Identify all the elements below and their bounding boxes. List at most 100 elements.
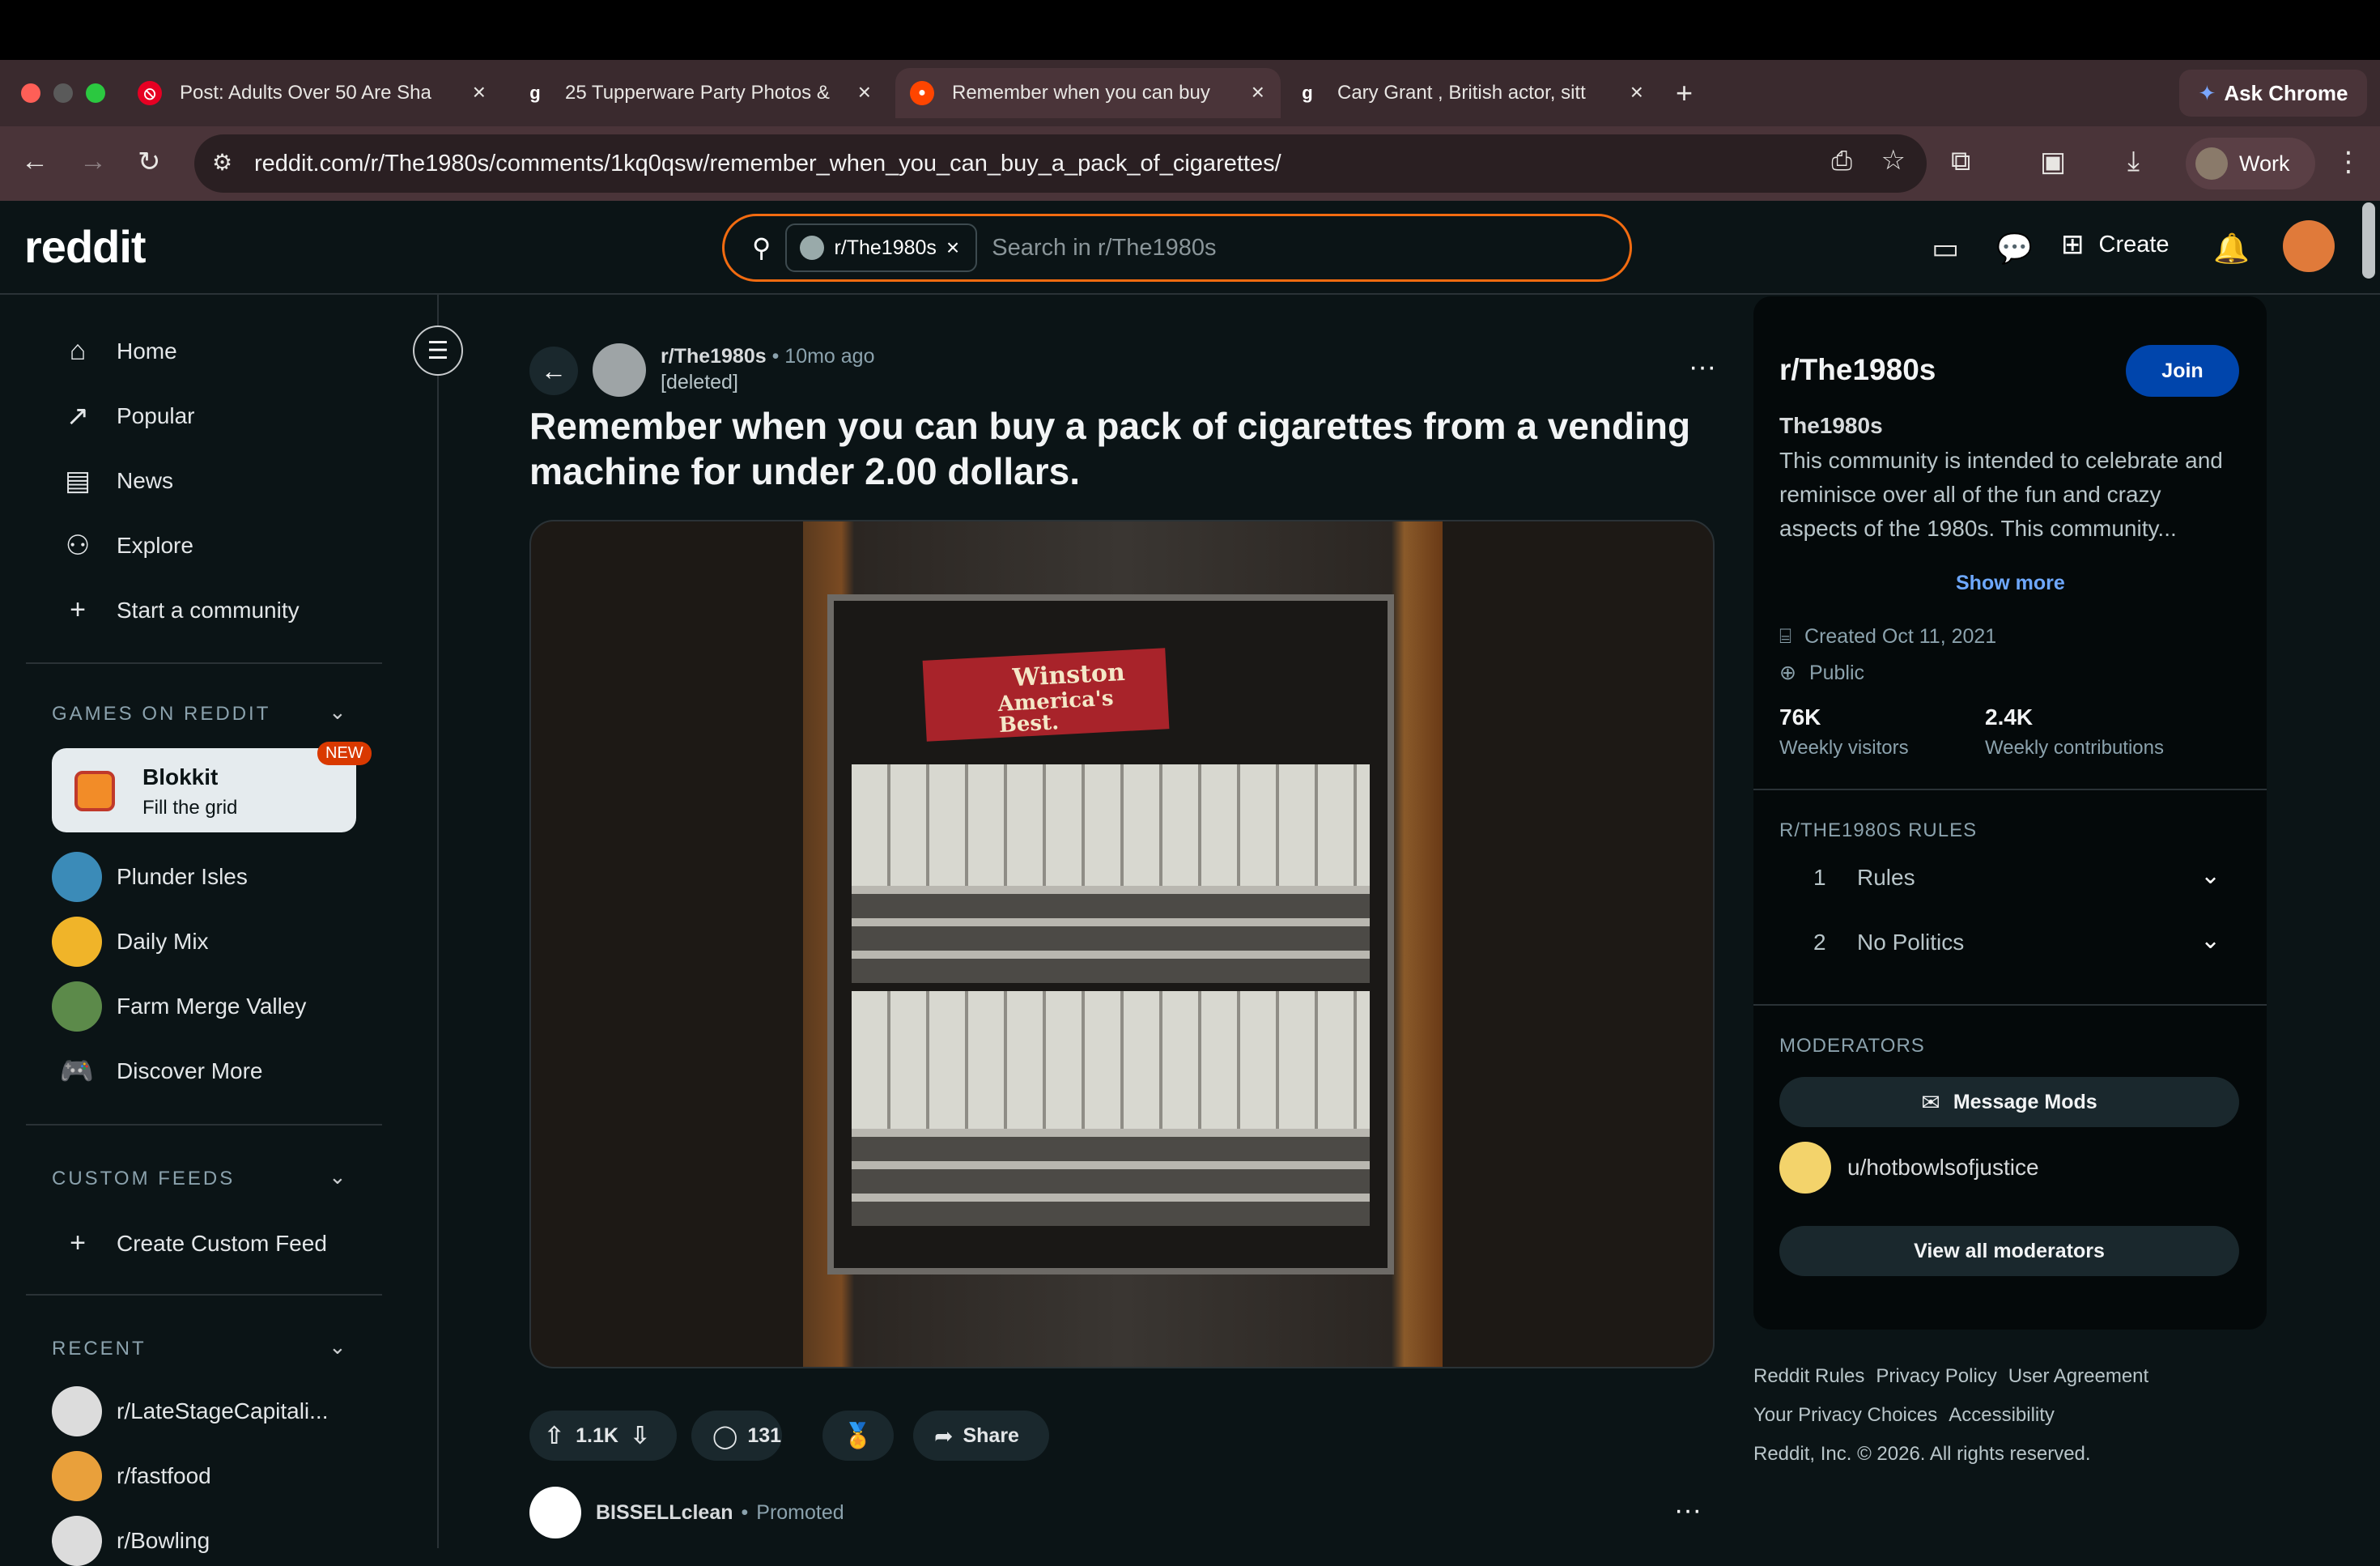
upvote-icon[interactable]: ⇧ xyxy=(544,1422,564,1450)
new-tab-button[interactable]: + xyxy=(1676,68,1693,118)
footer-link[interactable]: Reddit Rules xyxy=(1753,1365,1864,1387)
stat-label: Weekly visitors xyxy=(1779,737,1909,759)
copyright: Reddit, Inc. © 2026. All rights reserved… xyxy=(1753,1443,2091,1465)
advertiser-avatar[interactable] xyxy=(529,1487,581,1538)
ask-chrome-button[interactable]: ✦ Ask Chrome xyxy=(2179,70,2367,117)
sidebar-item-home[interactable]: ⌂ Home xyxy=(62,335,177,367)
advertiser-name[interactable]: BISSELLclean xyxy=(596,1501,733,1525)
sidebar-item-explore[interactable]: ⚇ Explore xyxy=(62,530,193,562)
award-button[interactable]: 🏅 xyxy=(822,1411,894,1461)
sidebar-item-start-community[interactable]: + Start a community xyxy=(62,594,300,626)
community-description: This community is intended to celebrate … xyxy=(1779,448,2223,541)
winston-ad: Winston America's Best. xyxy=(922,648,1170,742)
close-tab-icon[interactable]: × xyxy=(1630,79,1643,105)
minimize-window-button[interactable] xyxy=(53,83,73,103)
install-app-icon[interactable]: ⎙ xyxy=(1831,146,1852,177)
recent-item[interactable]: r/fastfood xyxy=(52,1451,211,1501)
footer-link[interactable]: Accessibility xyxy=(1949,1404,2055,1426)
moderator-item[interactable]: u/hotbowlsofjustice xyxy=(1779,1142,2039,1194)
search-scope-chip[interactable]: r/The1980s × xyxy=(785,223,978,272)
sidebar-item-news[interactable]: ▤ News xyxy=(62,465,173,497)
extensions-icon[interactable]: ⧉ xyxy=(1951,146,1970,177)
bookmark-star-icon[interactable]: ☆ xyxy=(1881,144,1906,177)
reddit-icon: ● xyxy=(910,81,934,105)
footer-link[interactable]: User Agreement xyxy=(2008,1365,2148,1387)
sidebar-divider xyxy=(26,1294,382,1296)
moderators-header: MODERATORS xyxy=(1779,1035,1925,1057)
reddit-logo[interactable]: reddit xyxy=(24,220,147,273)
recent-item[interactable]: r/LateStageCapitali... xyxy=(52,1386,329,1436)
profile-button[interactable]: Work xyxy=(2186,138,2315,189)
chevron-down-icon[interactable]: ⌄ xyxy=(329,1334,346,1360)
download-icon[interactable]: ⤓ xyxy=(2127,146,2140,177)
reading-mode-icon[interactable]: ▣ xyxy=(2040,146,2066,178)
create-button[interactable]: ⊞ Create xyxy=(2061,228,2170,261)
reload-icon[interactable]: ↻ xyxy=(138,146,161,178)
downvote-icon[interactable]: ⇩ xyxy=(630,1422,650,1450)
forward-arrow-icon[interactable]: → xyxy=(79,146,107,177)
community-name[interactable]: r/The1980s xyxy=(1779,353,1936,387)
chevron-down-icon[interactable]: ⌄ xyxy=(329,700,346,725)
message-mods-button[interactable]: ✉ Message Mods xyxy=(1779,1077,2239,1127)
search-bar[interactable]: ⚲ r/The1980s × Search in r/The1980s xyxy=(722,214,1632,282)
recent-header[interactable]: RECENT xyxy=(52,1338,147,1360)
site-settings-icon[interactable]: ⚙ xyxy=(212,149,232,176)
game-daily-mix[interactable]: Daily Mix xyxy=(52,917,209,967)
discover-more-games[interactable]: 🎮 Discover More xyxy=(52,1046,263,1096)
comments-button[interactable]: ◯ 131 xyxy=(691,1411,782,1461)
close-tab-icon[interactable]: × xyxy=(1252,79,1264,105)
scrollbar-thumb[interactable] xyxy=(2362,202,2375,279)
post-author[interactable]: [deleted] xyxy=(661,371,738,394)
plus-square-icon: ⊞ xyxy=(2061,229,2085,260)
notification-bell-icon[interactable]: 🔔 xyxy=(2213,232,2250,266)
games-section-header[interactable]: GAMES ON REDDIT xyxy=(52,703,270,726)
browser-tab[interactable]: g Cary Grant , British actor, sitt × xyxy=(1295,68,1643,118)
avatar xyxy=(2195,147,2228,180)
share-button[interactable]: ➦ Share xyxy=(913,1411,1049,1461)
join-button[interactable]: Join xyxy=(2126,345,2239,397)
pull-knobs-bottom xyxy=(852,1129,1370,1226)
subreddit-avatar xyxy=(52,1516,102,1566)
more-options-icon[interactable]: ··· xyxy=(1674,1495,1702,1526)
award-icon: 🏅 xyxy=(843,1422,873,1449)
back-button[interactable]: ← xyxy=(529,347,578,395)
more-options-icon[interactable]: ··· xyxy=(1689,351,1716,383)
post-image[interactable]: Winston America's Best. xyxy=(529,520,1715,1368)
close-window-button[interactable] xyxy=(21,83,40,103)
search-input[interactable]: Search in r/The1980s xyxy=(992,235,1216,262)
visibility: ⊕ Public xyxy=(1779,662,1865,684)
blokkit-game-card[interactable]: Blokkit Fill the grid xyxy=(52,748,356,832)
kebab-menu-icon[interactable]: ⋮ xyxy=(2335,146,2362,178)
user-avatar[interactable] xyxy=(2283,220,2335,272)
browser-tab[interactable]: g 25 Tupperware Party Photos & × xyxy=(523,68,871,118)
game-farm-merge-valley[interactable]: Farm Merge Valley xyxy=(52,981,306,1032)
community-title: The1980s xyxy=(1779,413,1883,438)
chevron-down-icon[interactable]: ⌄ xyxy=(329,1164,346,1189)
advertise-icon[interactable]: ▭ xyxy=(1932,232,1959,266)
browser-tab-active[interactable]: ● Remember when you can buy × xyxy=(895,68,1281,118)
collapse-sidebar-button[interactable]: ☰ xyxy=(413,326,463,376)
footer-link[interactable]: Privacy Policy xyxy=(1876,1365,1996,1387)
browser-tab[interactable]: ⦸ Post: Adults Over 50 Are Sha × xyxy=(138,68,486,118)
subreddit-link[interactable]: r/The1980s xyxy=(661,345,767,368)
create-custom-feed[interactable]: + Create Custom Feed xyxy=(62,1228,327,1259)
recent-item[interactable]: r/Bowling xyxy=(52,1516,210,1566)
sidebar-item-popular[interactable]: ↗ Popular xyxy=(62,400,195,432)
post-time: 10mo ago xyxy=(784,345,875,368)
subreddit-avatar[interactable] xyxy=(593,343,646,397)
show-more-link[interactable]: Show more xyxy=(1956,572,2065,595)
close-icon[interactable]: × xyxy=(946,235,959,261)
game-plunder-isles[interactable]: Plunder Isles xyxy=(52,852,248,902)
news-icon: ▤ xyxy=(64,466,91,496)
close-tab-icon[interactable]: × xyxy=(858,79,871,105)
search-icon: ⚲ xyxy=(752,233,771,262)
custom-feeds-header[interactable]: CUSTOM FEEDS xyxy=(52,1168,235,1190)
chat-icon[interactable]: 💬 xyxy=(1996,232,2033,266)
view-all-moderators-button[interactable]: View all moderators xyxy=(1779,1226,2239,1276)
footer-link[interactable]: Your Privacy Choices xyxy=(1753,1404,1937,1426)
address-bar[interactable]: ⚙ reddit.com/r/The1980s/comments/1kq0qsw… xyxy=(194,134,1927,193)
close-tab-icon[interactable]: × xyxy=(473,79,486,105)
cigarette-rack-bottom xyxy=(852,991,1370,1129)
back-arrow-icon[interactable]: ← xyxy=(21,146,49,177)
maximize-window-button[interactable] xyxy=(86,83,105,103)
